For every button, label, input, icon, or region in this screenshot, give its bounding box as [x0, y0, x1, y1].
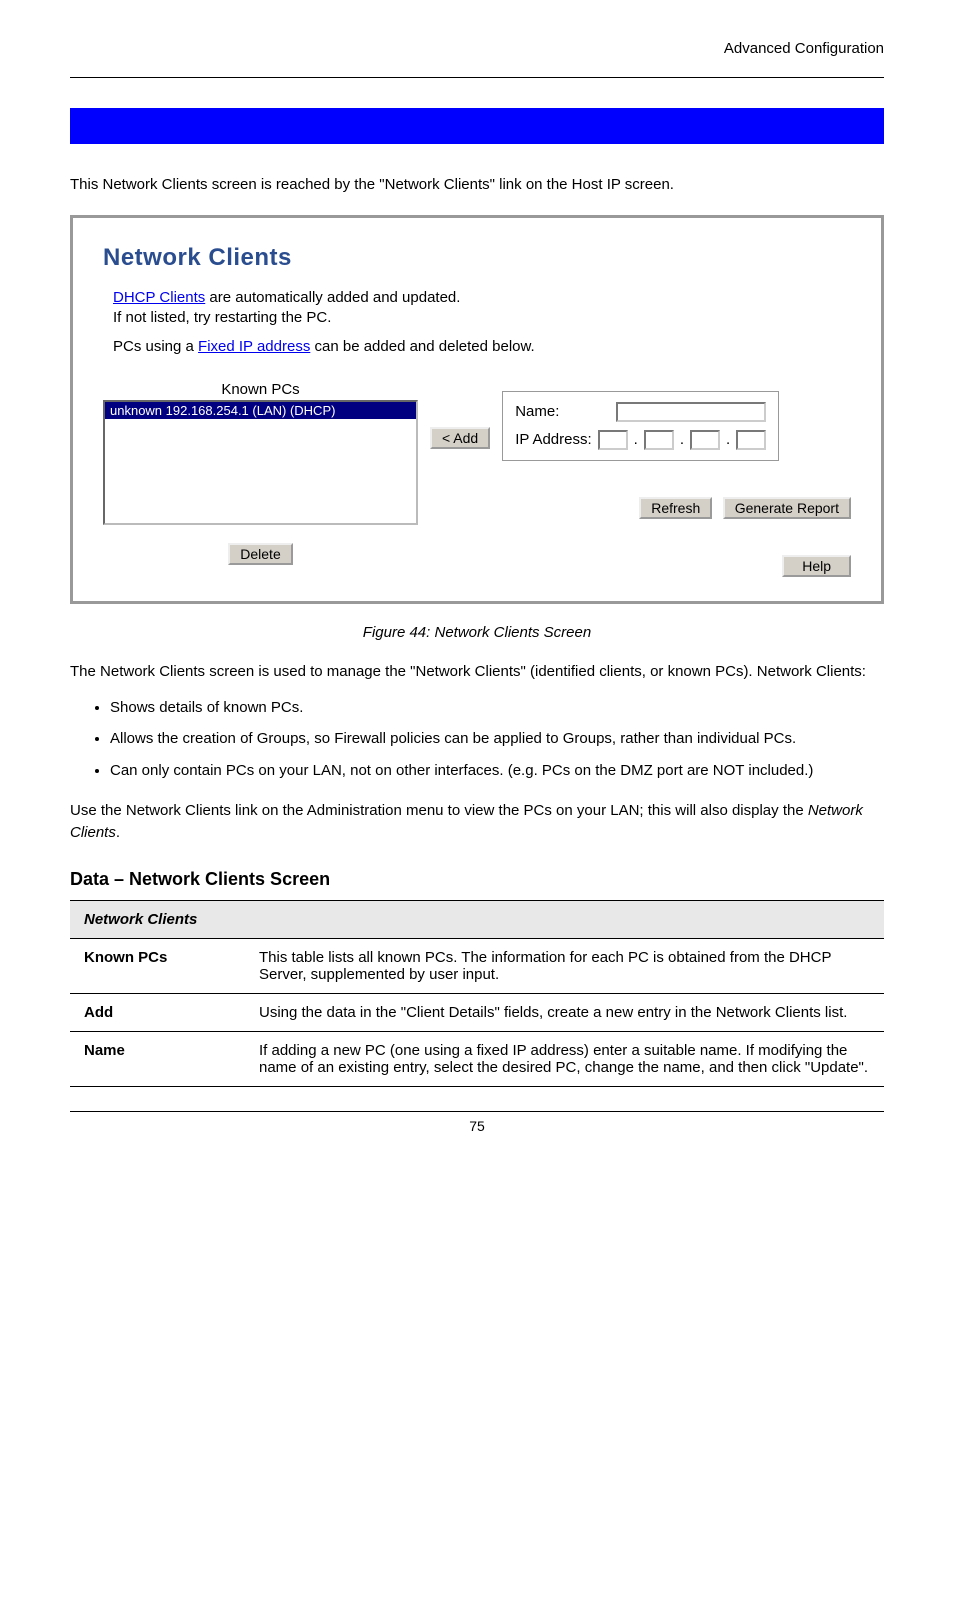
- panel-line1-rest: are automatically added and updated.: [205, 289, 460, 306]
- bullet-item: Allows the creation of Groups, so Firewa…: [110, 728, 884, 750]
- table-row: Add Using the data in the "Client Detail…: [70, 994, 884, 1032]
- bullet-list: Shows details of known PCs. Allows the c…: [70, 697, 884, 782]
- row-label: Known PCs: [70, 939, 245, 994]
- para-closing: Use the Network Clients link on the Admi…: [70, 800, 884, 844]
- section-title-bar: Network Clients: [70, 108, 884, 144]
- table-row: Name If adding a new PC (one using a fix…: [70, 1032, 884, 1087]
- client-details-frame: Name: IP Address: . . .: [502, 391, 779, 461]
- intro-paragraph: This Network Clients screen is reached b…: [70, 174, 884, 195]
- panel-line1: DHCP Clients are automatically added and…: [113, 288, 851, 329]
- panel-line3: PCs using a Fixed IP address can be adde…: [113, 337, 851, 357]
- header-right: Advanced Configuration: [70, 40, 884, 57]
- row-text: If adding a new PC (one using a fixed IP…: [245, 1032, 884, 1087]
- table-group-header: Network Clients: [70, 901, 884, 939]
- row-text: Using the data in the "Client Details" f…: [245, 994, 884, 1032]
- name-label: Name:: [515, 403, 559, 420]
- row-text: This table lists all known PCs. The info…: [245, 939, 884, 994]
- data-table: Network Clients Known PCs This table lis…: [70, 900, 884, 1087]
- bullet-item: Can only contain PCs on your LAN, not on…: [110, 760, 884, 782]
- panel-line2: If not listed, try restarting the PC.: [113, 309, 331, 326]
- add-button[interactable]: < Add: [430, 427, 490, 449]
- known-pcs-listbox[interactable]: unknown 192.168.254.1 (LAN) (DHCP): [103, 400, 418, 525]
- para-intro: The Network Clients screen is used to ma…: [70, 661, 884, 683]
- list-item[interactable]: unknown 192.168.254.1 (LAN) (DHCP): [105, 402, 416, 419]
- panel-title: Network Clients: [103, 244, 851, 272]
- delete-button[interactable]: Delete: [228, 543, 292, 565]
- row-label: Add: [70, 994, 245, 1032]
- generate-report-button[interactable]: Generate Report: [723, 497, 851, 519]
- dhcp-clients-link[interactable]: DHCP Clients: [113, 289, 205, 306]
- data-section-heading: Data – Network Clients Screen: [70, 869, 884, 890]
- table-row: Known PCs This table lists all known PCs…: [70, 939, 884, 994]
- section-title-text: Network Clients: [70, 108, 182, 125]
- page-number: 75: [70, 1118, 884, 1134]
- header-rule: [70, 77, 884, 78]
- ip-octet-2[interactable]: [644, 430, 674, 450]
- known-pcs-label: Known PCs: [103, 381, 418, 398]
- network-clients-panel: Network Clients DHCP Clients are automat…: [70, 215, 884, 604]
- ip-address-label: IP Address:: [515, 431, 591, 448]
- ip-octet-4[interactable]: [736, 430, 766, 450]
- footer-rule: [70, 1111, 884, 1112]
- ip-octet-3[interactable]: [690, 430, 720, 450]
- help-button[interactable]: Help: [782, 555, 851, 577]
- fixed-ip-link[interactable]: Fixed IP address: [198, 338, 310, 355]
- figure-caption: Figure 44: Network Clients Screen: [70, 624, 884, 641]
- bullet-item: Shows details of known PCs.: [110, 697, 884, 719]
- name-input[interactable]: [616, 402, 766, 422]
- ip-octet-1[interactable]: [598, 430, 628, 450]
- refresh-button[interactable]: Refresh: [639, 497, 712, 519]
- row-label: Name: [70, 1032, 245, 1087]
